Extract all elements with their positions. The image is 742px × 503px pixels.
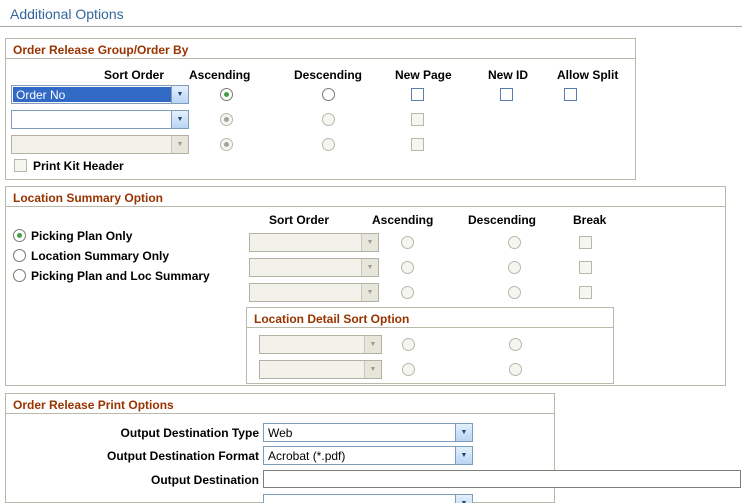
header-descending-ls: Descending	[468, 213, 537, 227]
ls-ascending-radio-row2	[401, 261, 414, 274]
picking-plan-and-loc-summary-radio[interactable]	[13, 269, 26, 282]
sort-order-select-row3-value	[13, 137, 171, 152]
header-sort-order-ls: Sort Order	[269, 213, 330, 227]
print-options-groupbox: Order Release Print Options Output Desti…	[5, 393, 741, 503]
partial-bottom-select[interactable]: ▼	[263, 494, 473, 503]
dropdown-arrow-icon[interactable]: ▼	[171, 86, 188, 103]
detail-sort-select-row2: ▼	[259, 360, 382, 379]
partial-bottom-select-value	[265, 496, 455, 503]
header-break-ls: Break	[573, 213, 607, 227]
new-page-checkbox-row3	[411, 138, 424, 151]
ls-sort-order-select-row1: ▼	[249, 233, 379, 252]
ascending-radio-row1[interactable]	[220, 88, 233, 101]
dropdown-arrow-icon[interactable]: ▼	[455, 447, 472, 464]
location-summary-groupbox-title: Location Summary Option	[6, 187, 725, 207]
additional-options-page: Additional Options Order Release Group/O…	[0, 0, 742, 503]
picking-plan-only-radio[interactable]	[13, 229, 26, 242]
ls-sort-order-select-row2-value	[251, 260, 361, 275]
header-new-page: New Page	[395, 68, 452, 82]
descending-radio-row3	[322, 138, 335, 151]
dropdown-arrow-icon[interactable]: ▼	[455, 495, 472, 503]
ascending-radio-row2	[220, 113, 233, 126]
detail-sort-select-row1-value	[261, 337, 364, 352]
header-ascending: Ascending	[189, 68, 251, 82]
order-release-groupbox: Order Release Group/Order By Sort Order …	[5, 38, 636, 180]
output-destination-type-value: Web	[268, 426, 293, 440]
dropdown-arrow-icon: ▼	[361, 259, 378, 276]
ls-sort-order-select-row2: ▼	[249, 258, 379, 277]
print-kit-header-checkbox	[14, 159, 27, 172]
title-divider	[0, 26, 742, 27]
dropdown-arrow-icon: ▼	[364, 336, 381, 353]
ls-sort-order-select-row3-value	[251, 285, 361, 300]
picking-plan-only-label: Picking Plan Only	[31, 229, 133, 243]
location-summary-only-radio[interactable]	[13, 249, 26, 262]
sort-order-select-row2-value	[13, 112, 171, 127]
detail-ascending-radio-row1	[402, 338, 415, 351]
new-page-checkbox-row1[interactable]	[411, 88, 424, 101]
header-allow-split: Allow Split	[557, 68, 619, 82]
new-page-checkbox-row2	[411, 113, 424, 126]
descending-radio-row2	[322, 113, 335, 126]
ls-sort-order-select-row3: ▼	[249, 283, 379, 302]
output-destination-type-label: Output Destination Type	[120, 426, 259, 440]
ls-break-checkbox-row1	[579, 236, 592, 249]
dropdown-arrow-icon[interactable]: ▼	[455, 424, 472, 441]
dropdown-arrow-icon: ▼	[361, 284, 378, 301]
output-destination-type-select[interactable]: Web ▼	[263, 423, 473, 442]
ls-sort-order-select-row1-value	[251, 235, 361, 250]
location-detail-sort-groupbox: Location Detail Sort Option ▼ ▼	[246, 307, 614, 384]
ascending-radio-row3	[220, 138, 233, 151]
dropdown-arrow-icon: ▼	[361, 234, 378, 251]
sort-order-select-row1-value: Order No	[13, 87, 171, 102]
header-ascending-ls: Ascending	[372, 213, 434, 227]
header-descending: Descending	[294, 68, 363, 82]
ls-break-checkbox-row3	[579, 286, 592, 299]
location-detail-sort-groupbox-title: Location Detail Sort Option	[247, 308, 613, 328]
new-id-checkbox-row1[interactable]	[500, 88, 513, 101]
output-destination-label: Output Destination	[151, 473, 259, 487]
sort-order-select-row1[interactable]: Order No ▼	[11, 85, 189, 104]
page-title: Additional Options	[10, 6, 124, 22]
location-summary-only-label: Location Summary Only	[31, 249, 170, 263]
ls-ascending-radio-row3	[401, 286, 414, 299]
location-summary-groupbox: Location Summary Option Sort Order Ascen…	[5, 186, 726, 386]
print-kit-header-label: Print Kit Header	[33, 159, 124, 173]
print-options-groupbox-title: Order Release Print Options	[6, 394, 554, 414]
output-destination-format-value: Acrobat (*.pdf)	[268, 449, 346, 463]
allow-split-checkbox-row1[interactable]	[564, 88, 577, 101]
detail-ascending-radio-row2	[402, 363, 415, 376]
output-destination-format-label: Output Destination Format	[107, 449, 259, 463]
output-destination-format-select[interactable]: Acrobat (*.pdf) ▼	[263, 446, 473, 465]
descending-radio-row1[interactable]	[322, 88, 335, 101]
order-release-groupbox-title: Order Release Group/Order By	[6, 39, 635, 59]
ls-descending-radio-row3	[508, 286, 521, 299]
dropdown-arrow-icon: ▼	[171, 136, 188, 153]
detail-sort-select-row1: ▼	[259, 335, 382, 354]
sort-order-select-row2[interactable]: ▼	[11, 110, 189, 129]
header-sort-order: Sort Order	[104, 68, 165, 82]
ls-ascending-radio-row1	[401, 236, 414, 249]
ls-descending-radio-row1	[508, 236, 521, 249]
ls-descending-radio-row2	[508, 261, 521, 274]
dropdown-arrow-icon: ▼	[364, 361, 381, 378]
dropdown-arrow-icon[interactable]: ▼	[171, 111, 188, 128]
header-new-id: New ID	[488, 68, 529, 82]
detail-descending-radio-row2	[509, 363, 522, 376]
picking-plan-and-loc-summary-label: Picking Plan and Loc Summary	[31, 269, 210, 283]
output-destination-input[interactable]	[263, 470, 741, 488]
ls-break-checkbox-row2	[579, 261, 592, 274]
detail-sort-select-row2-value	[261, 362, 364, 377]
sort-order-select-row3: ▼	[11, 135, 189, 154]
detail-descending-radio-row1	[509, 338, 522, 351]
